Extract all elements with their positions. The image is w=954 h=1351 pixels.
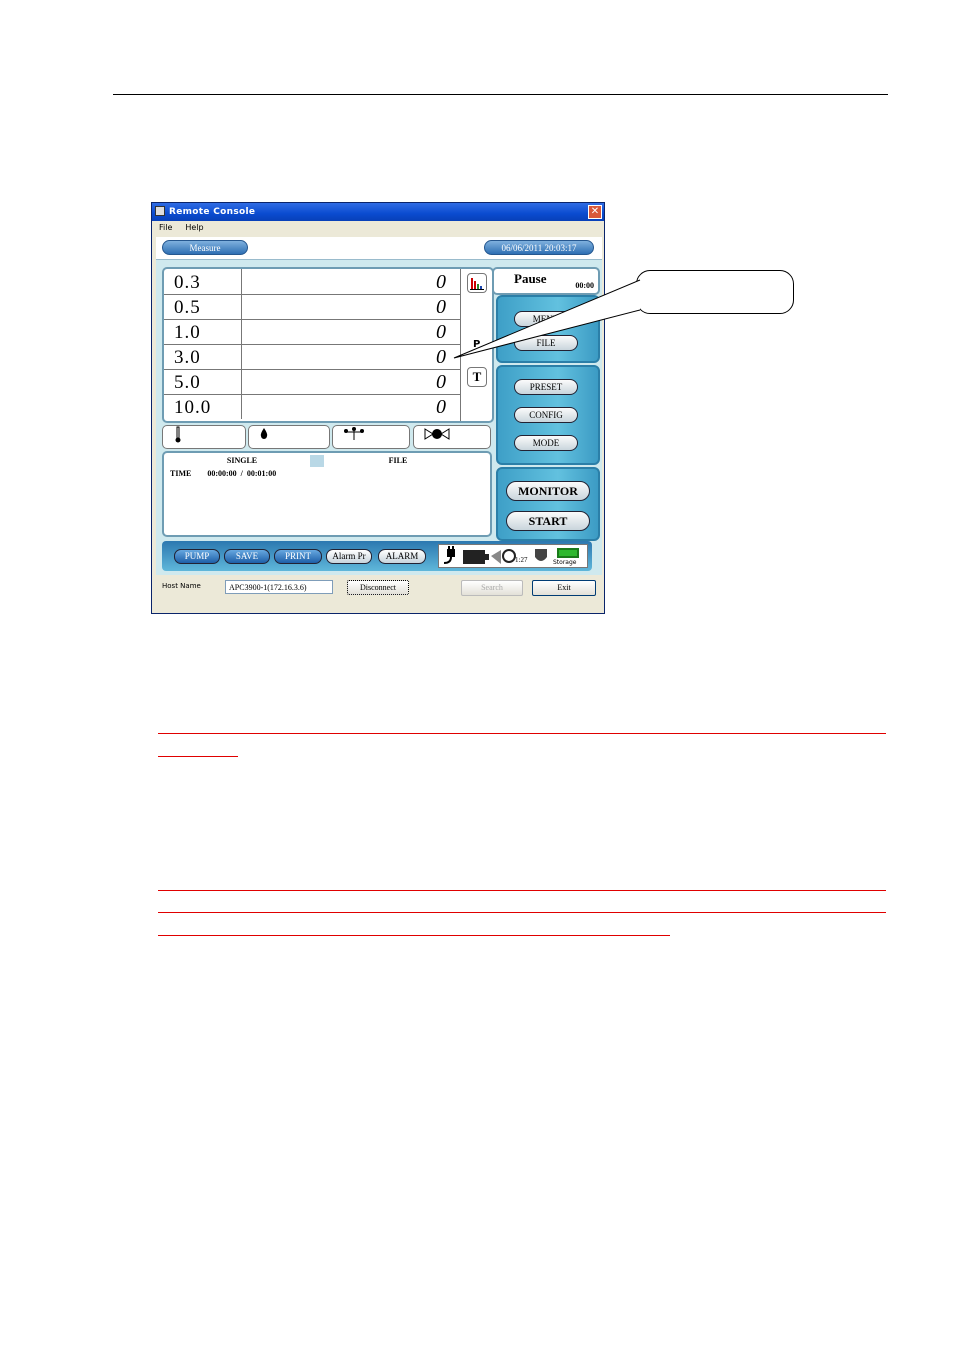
title-bar[interactable]: Remote Console ✕ [152, 203, 604, 221]
reading-row: 0.3 0 [164, 269, 460, 295]
menu-help[interactable]: Help [185, 223, 203, 232]
flow-box [413, 425, 491, 449]
start-button[interactable]: START [506, 511, 590, 531]
host-name-label: Host Name [162, 582, 201, 590]
particle-count: 0 [436, 396, 446, 418]
run-button-panel: MONITOR START [496, 467, 600, 541]
window-title: Remote Console [169, 207, 256, 217]
wind-box [332, 425, 410, 449]
wind-icon [344, 427, 364, 440]
counter-text: 1:27 [515, 556, 528, 564]
search-button[interactable]: Search [461, 580, 523, 596]
drop-icon [260, 428, 268, 439]
save-button[interactable]: SAVE [224, 549, 270, 564]
valve-icon [424, 428, 450, 440]
config-button[interactable]: CONFIG [514, 407, 578, 423]
particle-size: 0.3 [164, 269, 242, 294]
reading-row: 0.5 0 [164, 294, 460, 320]
print-button[interactable]: PRINT [274, 549, 322, 564]
storage-label: Storage [553, 559, 577, 566]
reading-row: 1.0 0 [164, 319, 460, 345]
bottom-toolbar: PUMP SAVE PRINT Alarm Pr ALARM 1:27 Stor… [162, 541, 592, 571]
log-time-line: TIME 00:00:00 / 00:01:00 [170, 469, 276, 478]
temperature-box [162, 425, 246, 449]
menu-bar: File Help [152, 221, 604, 235]
host-name-field[interactable]: APC3900-1(172.16.3.6) [225, 580, 333, 594]
particle-size: 1.0 [164, 319, 242, 344]
annotation-underline [158, 912, 886, 913]
shield-icon [535, 549, 547, 561]
callout-pointer [453, 279, 641, 359]
annotation-underline [158, 756, 238, 757]
monitor-button[interactable]: MONITOR [506, 481, 590, 501]
log-panel: SINGLE FILE TIME 00:00:00 / 00:01:00 [162, 451, 492, 537]
particle-size: 5.0 [164, 369, 242, 394]
tab-measure[interactable]: Measure [162, 240, 248, 255]
pump-button[interactable]: PUMP [174, 549, 220, 564]
tab-bar: Measure 06/06/2011 20:03:17 [156, 237, 602, 260]
sensor-icon [502, 549, 516, 563]
menu-file[interactable]: File [159, 223, 172, 232]
annotation-underline [158, 733, 886, 734]
particle-size: 10.0 [164, 394, 242, 419]
remote-console-window: Remote Console ✕ File Help Measure 06/06/… [151, 202, 605, 614]
annotation-underline [158, 890, 886, 891]
speaker-icon [491, 550, 501, 564]
preset-button[interactable]: PRESET [514, 379, 578, 395]
thermometer-icon [175, 426, 181, 443]
exit-button[interactable]: Exit [532, 580, 596, 596]
reading-row: 5.0 0 [164, 369, 460, 395]
alarm-button[interactable]: ALARM [378, 549, 426, 564]
alarm-pr-button[interactable]: Alarm Pr [326, 549, 372, 564]
time-value: 00:00:00 / 00:01:00 [207, 469, 277, 478]
close-icon[interactable]: ✕ [588, 205, 602, 219]
storage-icon [557, 548, 579, 558]
t-button[interactable]: T [467, 367, 487, 387]
annotation-underline [158, 935, 670, 936]
particle-size: 0.5 [164, 294, 242, 319]
datetime-badge: 06/06/2011 20:03:17 [484, 240, 594, 255]
settings-button-panel: PRESET CONFIG MODE [496, 365, 600, 465]
time-label: TIME [170, 469, 192, 478]
particle-size: 3.0 [164, 344, 242, 369]
humidity-box [248, 425, 330, 449]
reading-row: 3.0 0 [164, 344, 460, 370]
status-icon-strip: 1:27 Storage [438, 544, 588, 568]
tab-single[interactable]: SINGLE [174, 455, 310, 467]
page-header-rule [113, 94, 888, 95]
disconnect-button[interactable]: Disconnect [347, 580, 409, 595]
power-plug-icon [443, 546, 455, 564]
log-tab-strip: SINGLE FILE [174, 455, 472, 467]
particle-count: 0 [436, 371, 446, 393]
reading-row: 10.0 0 [164, 394, 460, 419]
tab-file[interactable]: FILE [324, 455, 472, 467]
battery-icon [463, 550, 489, 564]
app-icon [155, 206, 165, 216]
mode-button[interactable]: MODE [514, 435, 578, 451]
